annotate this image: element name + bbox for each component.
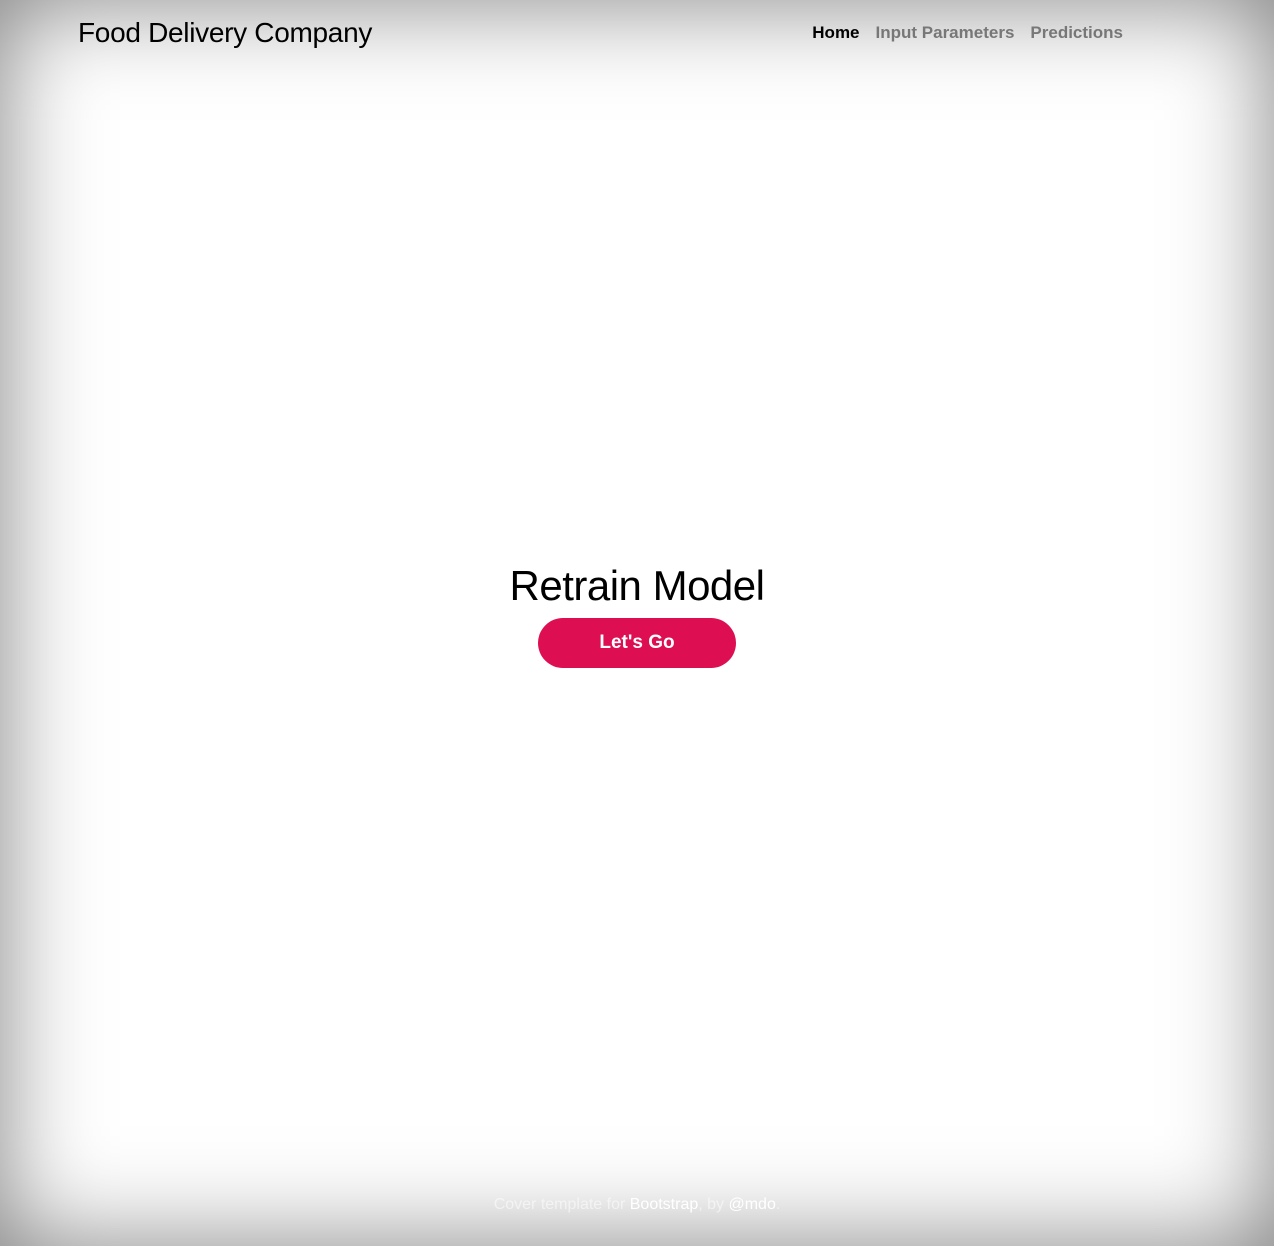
lets-go-button[interactable]: Let's Go bbox=[538, 618, 736, 668]
nav-link-home[interactable]: Home bbox=[812, 22, 859, 44]
masthead: Food Delivery Company Home Input Paramet… bbox=[78, 16, 1123, 52]
nav-link-input-parameters[interactable]: Input Parameters bbox=[876, 22, 1015, 44]
cover-content: Retrain Model Let's Go bbox=[0, 560, 1274, 668]
footer-link-bootstrap[interactable]: Bootstrap bbox=[630, 1196, 698, 1213]
footer-middle: , by bbox=[698, 1196, 729, 1213]
footer-prefix: Cover template for bbox=[493, 1196, 630, 1213]
main-nav: Home Input Parameters Predictions bbox=[812, 22, 1123, 44]
footer-suffix: . bbox=[775, 1196, 781, 1213]
nav-link-predictions[interactable]: Predictions bbox=[1030, 22, 1123, 44]
cover-heading: Retrain Model bbox=[509, 562, 765, 609]
brand-title: Food Delivery Company bbox=[78, 17, 373, 48]
footer-link-mdo[interactable]: @mdo bbox=[728, 1196, 775, 1213]
footer: Cover template for Bootstrap, by @mdo. bbox=[0, 1195, 1274, 1215]
